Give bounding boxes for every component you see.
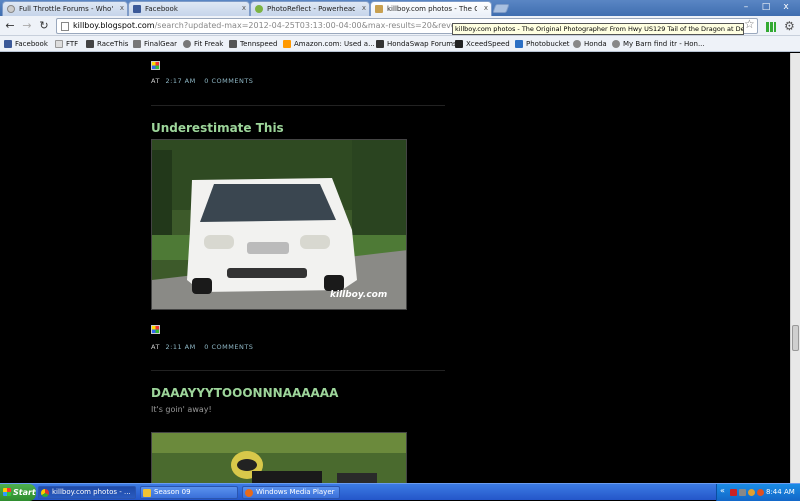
photo-watermark: killboy.com bbox=[330, 290, 388, 300]
tab-photoreflect[interactable]: PhotoReflect - Powerhead Pro x bbox=[250, 1, 370, 16]
killboy-favicon-icon bbox=[375, 5, 383, 13]
bookmark-photobucket[interactable]: Photobucket bbox=[515, 38, 570, 50]
close-tab-icon[interactable]: x bbox=[362, 4, 366, 12]
tab-facebook[interactable]: Facebook x bbox=[128, 1, 250, 16]
chrome-icon bbox=[41, 489, 49, 497]
new-tab-button[interactable] bbox=[492, 4, 510, 13]
minimize-button[interactable]: – bbox=[736, 0, 756, 14]
address-url[interactable]: killboy.blogspot.com/search?updated-max=… bbox=[73, 21, 503, 30]
close-tab-icon[interactable]: x bbox=[242, 4, 246, 12]
close-window-button[interactable]: x bbox=[776, 0, 796, 14]
page-icon bbox=[55, 40, 63, 48]
tab-killboy[interactable]: killboy.com photos - The Origi x bbox=[370, 1, 492, 17]
tray-network-icon[interactable] bbox=[739, 489, 746, 496]
bookmark-tennspeed[interactable]: Tennspeed bbox=[229, 38, 277, 50]
photobucket-icon bbox=[515, 40, 523, 48]
post-comments-link[interactable]: 0 COMMENTS bbox=[204, 77, 253, 85]
tennspeed-icon bbox=[229, 40, 237, 48]
globe-icon bbox=[612, 40, 620, 48]
post-timestamp-link[interactable]: 2:17 AM bbox=[166, 77, 196, 85]
taskbar-item-media-player[interactable]: Windows Media Player bbox=[242, 486, 340, 499]
star-icon[interactable]: ☆ bbox=[744, 17, 755, 31]
photoreflect-icon bbox=[255, 5, 263, 13]
bookmark-finalgear[interactable]: FinalGear bbox=[133, 38, 177, 50]
url-host: killboy.blogspot.com bbox=[73, 21, 155, 30]
hondaswap-icon bbox=[376, 40, 384, 48]
post-meta: AT 2:11 AM 0 COMMENTS bbox=[151, 343, 254, 351]
finalgear-icon bbox=[133, 40, 141, 48]
bookmark-fitfreak[interactable]: Fit Freak bbox=[183, 38, 223, 50]
page-icon bbox=[61, 22, 69, 31]
tray-app-icon[interactable] bbox=[730, 489, 737, 496]
windows-logo-icon bbox=[3, 488, 11, 496]
share-icon[interactable] bbox=[151, 325, 160, 334]
post-title[interactable]: DAAAYYYTOOONNNAAAAAA bbox=[151, 386, 338, 400]
facebook-icon bbox=[133, 5, 141, 13]
motorcycle-photo bbox=[152, 433, 406, 483]
fitfreak-icon bbox=[183, 40, 191, 48]
url-path: /search?updated-max=2012-04-25T03:13:00-… bbox=[154, 21, 469, 30]
bookmark-facebook[interactable]: Facebook bbox=[4, 38, 48, 50]
bookmark-amazon[interactable]: Amazon.com: Used a... bbox=[283, 38, 375, 50]
bookmark-honda[interactable]: Honda bbox=[573, 38, 607, 50]
tray-status-icon[interactable] bbox=[748, 489, 755, 496]
tray-firefox-icon[interactable] bbox=[757, 489, 764, 496]
racethis-icon bbox=[86, 40, 94, 48]
tab-title: killboy.com photos - The Origi bbox=[387, 5, 477, 13]
windows-taskbar: Start killboy.com photos - ... Season 09… bbox=[0, 483, 800, 501]
post-meta: AT 2:17 AM 0 COMMENTS bbox=[151, 77, 254, 85]
maximize-button[interactable]: □ bbox=[756, 0, 776, 14]
tab-title: Full Throttle Forums - Who's O bbox=[19, 5, 113, 13]
taskbar-clock: 8:44 AM bbox=[766, 488, 795, 496]
post-photo[interactable]: killboy.com bbox=[151, 139, 407, 310]
vertical-scrollbar[interactable] bbox=[790, 53, 800, 483]
close-tab-icon[interactable]: x bbox=[484, 4, 488, 12]
post-timestamp-link[interactable]: 2:11 AM bbox=[166, 343, 196, 351]
share-icon[interactable] bbox=[151, 61, 160, 70]
bookmark-xceedspeed[interactable]: XceedSpeed bbox=[455, 38, 510, 50]
amazon-icon bbox=[283, 40, 291, 48]
folder-icon bbox=[143, 489, 151, 497]
tab-strip: Full Throttle Forums - Who's O x Faceboo… bbox=[0, 0, 800, 17]
globe-icon bbox=[573, 40, 581, 48]
tab-title: PhotoReflect - Powerhead Pro bbox=[267, 5, 355, 13]
start-button[interactable]: Start bbox=[0, 484, 36, 501]
post-divider bbox=[151, 370, 445, 371]
taskbar-item-chrome[interactable]: killboy.com photos - ... bbox=[38, 486, 136, 499]
post-subtitle: It's goin' away! bbox=[151, 405, 212, 414]
post-title[interactable]: Underestimate This bbox=[151, 121, 284, 135]
media-player-icon bbox=[245, 489, 253, 497]
reload-icon[interactable]: ↻ bbox=[37, 19, 51, 33]
bookmark-my-barn-find[interactable]: My Barn find itr - Hon... bbox=[612, 38, 705, 50]
post-photo[interactable] bbox=[151, 432, 407, 483]
signal-extension-icon[interactable] bbox=[766, 22, 776, 32]
loading-icon bbox=[7, 5, 15, 13]
xceedspeed-icon bbox=[455, 40, 463, 48]
post-comments-link[interactable]: 0 COMMENTS bbox=[204, 343, 253, 351]
bookmark-racethis[interactable]: RaceThis bbox=[86, 38, 128, 50]
tab-tooltip: killboy.com photos - The Original Photog… bbox=[452, 23, 744, 35]
tab-full-throttle[interactable]: Full Throttle Forums - Who's O x bbox=[2, 1, 128, 16]
taskbar-item-season-09[interactable]: Season 09 bbox=[140, 486, 238, 499]
close-tab-icon[interactable]: x bbox=[120, 4, 124, 12]
white-car-photo bbox=[152, 140, 406, 309]
page-content: AT 2:17 AM 0 COMMENTS Underestimate This… bbox=[0, 53, 790, 483]
facebook-icon bbox=[4, 40, 12, 48]
tab-title: Facebook bbox=[145, 5, 178, 13]
wrench-icon[interactable]: ⚙ bbox=[784, 19, 795, 33]
bookmark-hondaswap[interactable]: HondaSwap Forums bbox=[376, 38, 457, 50]
forward-arrow-icon[interactable]: → bbox=[20, 19, 34, 33]
scrollbar-thumb[interactable] bbox=[792, 325, 799, 351]
back-arrow-icon[interactable]: ← bbox=[3, 19, 17, 33]
bookmarks-bar: Facebook FTF RaceThis FinalGear Fit Frea… bbox=[0, 36, 800, 52]
post-divider bbox=[151, 105, 445, 106]
bookmark-ftf[interactable]: FTF bbox=[55, 38, 78, 50]
tray-expand-chevron-icon[interactable]: « bbox=[720, 486, 725, 495]
